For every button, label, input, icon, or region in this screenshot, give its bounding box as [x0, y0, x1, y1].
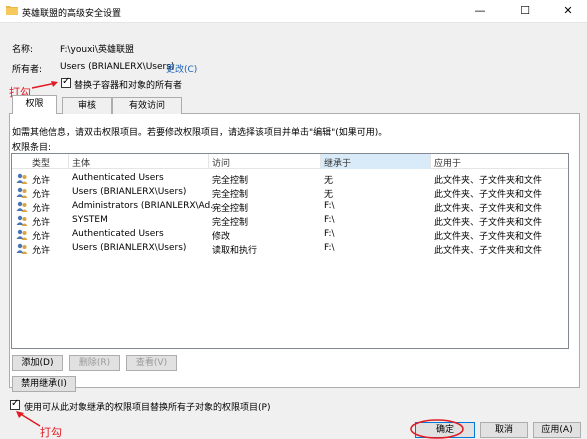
- table-cell: SYSTEM: [72, 215, 108, 225]
- replace-owner-label: 替换子容器和对象的所有者: [74, 81, 183, 91]
- replace-child-permissions-label: 使用可从此对象继承的权限项目替换所有子对象的权限项目(P): [24, 403, 271, 413]
- users-icon: [16, 187, 28, 198]
- red-arrow-icon: [31, 81, 58, 89]
- check-mark-icon: ✓: [11, 398, 20, 409]
- users-icon: [16, 201, 28, 212]
- table-row[interactable]: 允许 Administrators (BRIANLERX\Ad... 完全控制 F:\…: [12, 199, 568, 214]
- table-row[interactable]: 允许 Users (BRIANLERX\Users) 读取和执行 F:\ 此文件夹、子文…: [12, 241, 568, 256]
- table-cell: Users (BRIANLERX\Users): [72, 243, 187, 253]
- users-icon: [16, 243, 28, 254]
- replace-owner-checkbox[interactable]: ✓: [61, 76, 71, 88]
- column-header-applies-to[interactable]: 应用于: [434, 156, 461, 169]
- table-cell: F:\: [324, 229, 335, 239]
- disable-inheritance-button[interactable]: 禁用继承(I): [12, 376, 76, 392]
- cancel-button[interactable]: 取消: [480, 422, 528, 438]
- tab-label: 有效访问: [128, 101, 165, 111]
- entries-label: 权限条目:: [12, 143, 52, 153]
- permission-entries-list[interactable]: 类型 主体 访问 继承于 应用于 允许 Authenticated Users 完全…: [11, 153, 569, 349]
- table-row[interactable]: 允许 SYSTEM 完全控制 F:\ 此文件夹、子文件夹和文件: [12, 213, 568, 228]
- column-header-access[interactable]: 访问: [212, 156, 230, 169]
- table-cell: F:\: [324, 215, 335, 225]
- users-icon: [16, 215, 28, 226]
- table-row[interactable]: 允许 Authenticated Users 完全控制无此文件夹、子文件夹和文件: [12, 171, 568, 186]
- window-title: 英雄联盟的高级安全设置: [22, 9, 122, 19]
- table-cell: 读取和执行: [212, 246, 258, 256]
- table-cell: Authenticated Users: [72, 229, 164, 239]
- minimize-button[interactable]: —: [460, 0, 500, 22]
- table-cell: 允许: [32, 246, 51, 256]
- maximize-button[interactable]: ☐: [505, 0, 545, 22]
- apply-button[interactable]: 应用(A): [533, 422, 581, 438]
- users-icon: [16, 173, 28, 184]
- red-circle-annotation: [410, 419, 464, 439]
- column-header-principal[interactable]: 主体: [72, 156, 90, 169]
- name-value: F:\youxi\英雄联盟: [60, 45, 134, 55]
- replace-child-permissions-checkbox[interactable]: ✓: [10, 398, 20, 410]
- tab-auditing[interactable]: 审核: [62, 97, 112, 114]
- annotation-check-bottom: 打勾: [40, 426, 62, 439]
- column-header-type[interactable]: 类型: [32, 156, 50, 169]
- table-cell: Users (BRIANLERX\Users): [72, 187, 187, 197]
- name-label: 名称:: [12, 45, 34, 55]
- tab-effective-access[interactable]: 有效访问: [112, 97, 182, 114]
- check-mark-icon: ✓: [62, 76, 71, 87]
- change-owner-link[interactable]: 更改(C): [166, 62, 197, 75]
- owner-value: Users (BRIANLERX\Users): [60, 62, 175, 72]
- users-icon: [16, 229, 28, 240]
- table-cell: Authenticated Users: [72, 173, 164, 183]
- title-bar: 英雄联盟的高级安全设置 — ☐ ✕: [0, 0, 587, 22]
- close-button[interactable]: ✕: [548, 0, 587, 22]
- tab-label: 权限: [25, 99, 44, 109]
- column-header-inherited-from[interactable]: 继承于: [324, 156, 351, 169]
- remove-button[interactable]: 删除(R): [69, 355, 120, 371]
- table-row[interactable]: 允许 Authenticated Users 修改 F:\ 此文件夹、子文件夹和文件: [12, 227, 568, 242]
- tab-permissions[interactable]: 权限: [12, 95, 57, 114]
- table-cell: 此文件夹、子文件夹和文件: [434, 246, 543, 256]
- view-button[interactable]: 查看(V): [126, 355, 177, 371]
- table-row[interactable]: 允许 Users (BRIANLERX\Users) 完全控制无此文件夹、子文件夹和…: [12, 185, 568, 200]
- add-button[interactable]: 添加(D): [12, 355, 63, 371]
- table-cell: F:\: [324, 243, 335, 253]
- folder-icon: [6, 6, 18, 15]
- owner-label: 所有者:: [12, 65, 43, 75]
- table-cell: F:\: [324, 201, 335, 211]
- table-cell: Administrators (BRIANLERX\Ad...: [72, 201, 219, 211]
- instructions-text: 如需其他信息，请双击权限项目。若要修改权限项目，请选择该项目并单击"编辑"(如果…: [12, 128, 388, 138]
- tab-label: 审核: [77, 101, 96, 111]
- list-header: 类型 主体 访问 继承于 应用于: [12, 154, 568, 169]
